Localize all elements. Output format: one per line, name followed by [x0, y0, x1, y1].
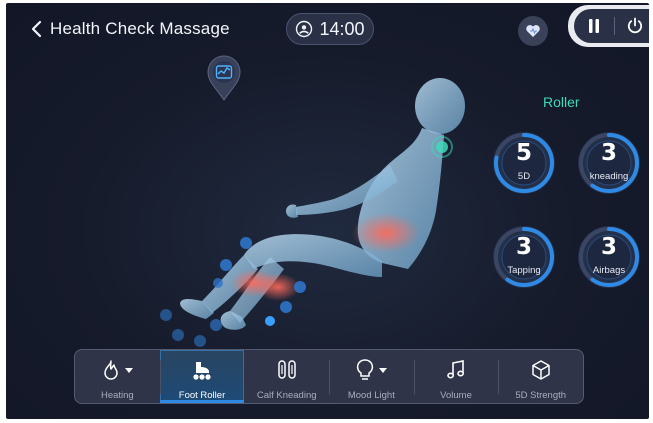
tab-heating[interactable]: Heating: [75, 350, 160, 403]
timer-display: 14:00: [286, 13, 374, 45]
tab-icon-wrap: [276, 355, 298, 385]
tab-icon-wrap: [190, 355, 214, 385]
tab-label: 5D Strength: [515, 390, 567, 401]
tab-calf-kneading[interactable]: Calf Kneading: [244, 350, 329, 403]
tab-icon-wrap: [355, 355, 388, 385]
dial-label: kneading: [589, 171, 629, 182]
tab-5d-strength[interactable]: 5D Strength: [498, 350, 583, 403]
dial-label: 5D: [517, 171, 531, 182]
chevron-down-icon: [379, 367, 388, 373]
pause-icon: [589, 19, 599, 33]
tab-label: Foot Roller: [178, 390, 226, 401]
tab-label: Mood Light: [347, 390, 395, 401]
foot-roller-icon: [193, 362, 211, 380]
back-button[interactable]: Health Check Massage: [30, 19, 230, 39]
cube-icon: [531, 360, 550, 380]
tab-label: Calf Kneading: [256, 390, 317, 401]
roller-dial-airbags[interactable]: 3 Airbags: [576, 224, 642, 290]
music-note-icon: [447, 360, 465, 379]
power-icon: [627, 17, 643, 34]
heart-icon: [526, 25, 540, 37]
tab-label: Volume: [440, 390, 472, 401]
favorite-button[interactable]: [518, 16, 548, 46]
tab-foot-roller[interactable]: Foot Roller: [159, 350, 245, 403]
calf-kneading-icon: [277, 360, 296, 379]
tab-icon-wrap: [531, 355, 551, 385]
timer-value: 14:00: [319, 18, 365, 39]
flame-icon: [104, 360, 119, 380]
tab-icon-wrap: [101, 355, 134, 385]
light-bulb-icon: [357, 359, 374, 380]
roller-dial-tapping[interactable]: 3 Tapping: [491, 224, 557, 290]
massage-control-screen: Health Check Massage 14:00 Roller 5 5D 3…: [6, 3, 649, 419]
dial-value: 3: [600, 234, 617, 260]
tab-volume[interactable]: Volume: [413, 350, 499, 403]
body-figure-illustration: [160, 78, 465, 347]
roller-dial-5d[interactable]: 5 5D: [491, 130, 557, 196]
tab-icon-wrap: [446, 355, 466, 385]
roller-title: Roller: [543, 94, 580, 110]
dial-value: 5: [515, 140, 532, 166]
dial-label: Airbags: [592, 265, 626, 276]
power-button[interactable]: [615, 9, 649, 43]
chevron-left-icon: [31, 20, 42, 38]
function-toolbar: Heating Foot Roller Calf Kneading Mood L…: [74, 349, 584, 404]
playback-controls: [574, 9, 649, 43]
tab-mood-light[interactable]: Mood Light: [329, 350, 414, 403]
tab-label: Heating: [100, 390, 134, 401]
dial-value: 3: [515, 234, 532, 260]
pause-button[interactable]: [574, 9, 614, 43]
dial-value: 3: [600, 140, 617, 166]
chevron-down-icon: [125, 367, 134, 373]
page-title: Health Check Massage: [50, 19, 230, 38]
timer-icon: [296, 20, 313, 38]
dial-label: Tapping: [507, 265, 541, 276]
roller-dial-kneading[interactable]: 3 kneading: [576, 130, 642, 196]
